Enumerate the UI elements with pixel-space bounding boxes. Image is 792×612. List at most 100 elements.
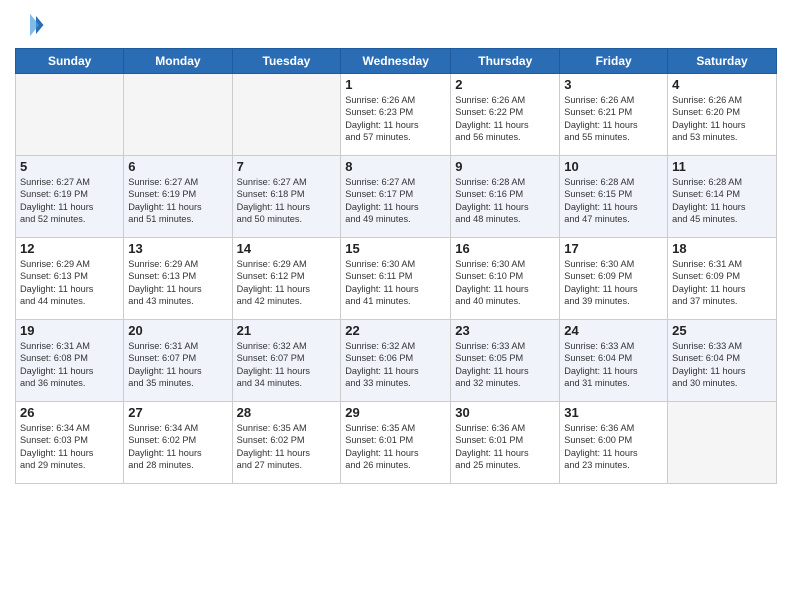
calendar-day: 26 Sunrise: 6:34 AM Sunset: 6:03 PM Dayli… (16, 402, 124, 484)
logo (15, 10, 49, 40)
day-info: Sunrise: 6:35 AM Sunset: 6:01 PM Dayligh… (345, 422, 446, 472)
day-number: 4 (672, 77, 772, 92)
calendar-day: 4 Sunrise: 6:26 AM Sunset: 6:20 PM Daylig… (668, 74, 777, 156)
day-number: 6 (128, 159, 227, 174)
calendar-day: 7 Sunrise: 6:27 AM Sunset: 6:18 PM Daylig… (232, 156, 341, 238)
calendar-day (668, 402, 777, 484)
calendar-table: SundayMondayTuesdayWednesdayThursdayFrid… (15, 48, 777, 484)
day-number: 18 (672, 241, 772, 256)
calendar-day: 11Sunrise: 6:28 AM Sunset: 6:14 PM Dayli… (668, 156, 777, 238)
calendar-day: 28 Sunrise: 6:35 AM Sunset: 6:02 PM Dayli… (232, 402, 341, 484)
day-number: 20 (128, 323, 227, 338)
day-info: Sunrise: 6:36 AM Sunset: 6:01 PM Dayligh… (455, 422, 555, 472)
page-container: SundayMondayTuesdayWednesdayThursdayFrid… (0, 0, 792, 612)
calendar-day: 25 Sunrise: 6:33 AM Sunset: 6:04 PM Dayli… (668, 320, 777, 402)
calendar-day: 31Sunrise: 6:36 AM Sunset: 6:00 PM Dayli… (560, 402, 668, 484)
day-info: Sunrise: 6:26 AM Sunset: 6:22 PM Dayligh… (455, 94, 555, 144)
day-info: Sunrise: 6:28 AM Sunset: 6:16 PM Dayligh… (455, 176, 555, 226)
day-info: Sunrise: 6:26 AM Sunset: 6:20 PM Dayligh… (672, 94, 772, 144)
calendar-day: 23Sunrise: 6:33 AM Sunset: 6:05 PM Dayli… (451, 320, 560, 402)
day-number: 25 (672, 323, 772, 338)
col-header-wednesday: Wednesday (341, 49, 451, 74)
calendar-day (232, 74, 341, 156)
calendar-day: 18 Sunrise: 6:31 AM Sunset: 6:09 PM Dayli… (668, 238, 777, 320)
calendar-day: 10 Sunrise: 6:28 AM Sunset: 6:15 PM Dayli… (560, 156, 668, 238)
calendar-day (124, 74, 232, 156)
day-info: Sunrise: 6:27 AM Sunset: 6:18 PM Dayligh… (237, 176, 337, 226)
calendar-week-row: 19Sunrise: 6:31 AM Sunset: 6:08 PM Dayli… (16, 320, 777, 402)
day-info: Sunrise: 6:34 AM Sunset: 6:02 PM Dayligh… (128, 422, 227, 472)
calendar-day: 21 Sunrise: 6:32 AM Sunset: 6:07 PM Dayli… (232, 320, 341, 402)
day-info: Sunrise: 6:33 AM Sunset: 6:04 PM Dayligh… (672, 340, 772, 390)
day-info: Sunrise: 6:29 AM Sunset: 6:13 PM Dayligh… (128, 258, 227, 308)
calendar-day: 24Sunrise: 6:33 AM Sunset: 6:04 PM Dayli… (560, 320, 668, 402)
day-number: 30 (455, 405, 555, 420)
calendar-week-row: 26 Sunrise: 6:34 AM Sunset: 6:03 PM Dayli… (16, 402, 777, 484)
calendar-day: 16 Sunrise: 6:30 AM Sunset: 6:10 PM Dayli… (451, 238, 560, 320)
day-info: Sunrise: 6:35 AM Sunset: 6:02 PM Dayligh… (237, 422, 337, 472)
day-info: Sunrise: 6:32 AM Sunset: 6:07 PM Dayligh… (237, 340, 337, 390)
calendar-day: 5 Sunrise: 6:27 AM Sunset: 6:19 PM Daylig… (16, 156, 124, 238)
calendar-day: 15 Sunrise: 6:30 AM Sunset: 6:11 PM Dayli… (341, 238, 451, 320)
day-info: Sunrise: 6:27 AM Sunset: 6:19 PM Dayligh… (128, 176, 227, 226)
calendar-week-row: 5 Sunrise: 6:27 AM Sunset: 6:19 PM Daylig… (16, 156, 777, 238)
calendar-day: 29 Sunrise: 6:35 AM Sunset: 6:01 PM Dayli… (341, 402, 451, 484)
day-info: Sunrise: 6:32 AM Sunset: 6:06 PM Dayligh… (345, 340, 446, 390)
calendar-header-row: SundayMondayTuesdayWednesdayThursdayFrid… (16, 49, 777, 74)
day-info: Sunrise: 6:26 AM Sunset: 6:23 PM Dayligh… (345, 94, 446, 144)
day-info: Sunrise: 6:27 AM Sunset: 6:17 PM Dayligh… (345, 176, 446, 226)
day-info: Sunrise: 6:30 AM Sunset: 6:10 PM Dayligh… (455, 258, 555, 308)
page-header (15, 10, 777, 40)
day-number: 21 (237, 323, 337, 338)
day-info: Sunrise: 6:31 AM Sunset: 6:08 PM Dayligh… (20, 340, 119, 390)
day-info: Sunrise: 6:31 AM Sunset: 6:09 PM Dayligh… (672, 258, 772, 308)
calendar-day: 9Sunrise: 6:28 AM Sunset: 6:16 PM Daylig… (451, 156, 560, 238)
day-number: 5 (20, 159, 119, 174)
day-number: 1 (345, 77, 446, 92)
day-info: Sunrise: 6:33 AM Sunset: 6:04 PM Dayligh… (564, 340, 663, 390)
calendar-day: 12Sunrise: 6:29 AM Sunset: 6:13 PM Dayli… (16, 238, 124, 320)
calendar-day: 2 Sunrise: 6:26 AM Sunset: 6:22 PM Daylig… (451, 74, 560, 156)
day-info: Sunrise: 6:31 AM Sunset: 6:07 PM Dayligh… (128, 340, 227, 390)
day-number: 3 (564, 77, 663, 92)
day-info: Sunrise: 6:30 AM Sunset: 6:11 PM Dayligh… (345, 258, 446, 308)
day-number: 12 (20, 241, 119, 256)
day-info: Sunrise: 6:27 AM Sunset: 6:19 PM Dayligh… (20, 176, 119, 226)
day-info: Sunrise: 6:34 AM Sunset: 6:03 PM Dayligh… (20, 422, 119, 472)
day-number: 22 (345, 323, 446, 338)
day-number: 2 (455, 77, 555, 92)
day-info: Sunrise: 6:28 AM Sunset: 6:15 PM Dayligh… (564, 176, 663, 226)
calendar-day: 19Sunrise: 6:31 AM Sunset: 6:08 PM Dayli… (16, 320, 124, 402)
logo-icon (15, 10, 45, 40)
col-header-sunday: Sunday (16, 49, 124, 74)
calendar-day: 20 Sunrise: 6:31 AM Sunset: 6:07 PM Dayli… (124, 320, 232, 402)
day-number: 16 (455, 241, 555, 256)
day-number: 15 (345, 241, 446, 256)
day-number: 10 (564, 159, 663, 174)
day-info: Sunrise: 6:29 AM Sunset: 6:12 PM Dayligh… (237, 258, 337, 308)
day-number: 26 (20, 405, 119, 420)
calendar-week-row: 1 Sunrise: 6:26 AM Sunset: 6:23 PM Daylig… (16, 74, 777, 156)
col-header-thursday: Thursday (451, 49, 560, 74)
calendar-day (16, 74, 124, 156)
col-header-monday: Monday (124, 49, 232, 74)
calendar-day: 13Sunrise: 6:29 AM Sunset: 6:13 PM Dayli… (124, 238, 232, 320)
calendar-day: 30 Sunrise: 6:36 AM Sunset: 6:01 PM Dayli… (451, 402, 560, 484)
col-header-saturday: Saturday (668, 49, 777, 74)
calendar-day: 14Sunrise: 6:29 AM Sunset: 6:12 PM Dayli… (232, 238, 341, 320)
day-number: 31 (564, 405, 663, 420)
calendar-day: 3Sunrise: 6:26 AM Sunset: 6:21 PM Daylig… (560, 74, 668, 156)
day-number: 8 (345, 159, 446, 174)
day-number: 28 (237, 405, 337, 420)
calendar-day: 6 Sunrise: 6:27 AM Sunset: 6:19 PM Daylig… (124, 156, 232, 238)
calendar-day: 27 Sunrise: 6:34 AM Sunset: 6:02 PM Dayli… (124, 402, 232, 484)
day-number: 17 (564, 241, 663, 256)
day-number: 7 (237, 159, 337, 174)
calendar-week-row: 12 Sunrise: 6:29 AM Sunset: 6:13 PM Dayli… (16, 238, 777, 320)
col-header-tuesday: Tuesday (232, 49, 341, 74)
day-number: 29 (345, 405, 446, 420)
day-info: Sunrise: 6:33 AM Sunset: 6:05 PM Dayligh… (455, 340, 555, 390)
col-header-friday: Friday (560, 49, 668, 74)
day-info: Sunrise: 6:28 AM Sunset: 6:14 PM Dayligh… (672, 176, 772, 226)
day-number: 27 (128, 405, 227, 420)
